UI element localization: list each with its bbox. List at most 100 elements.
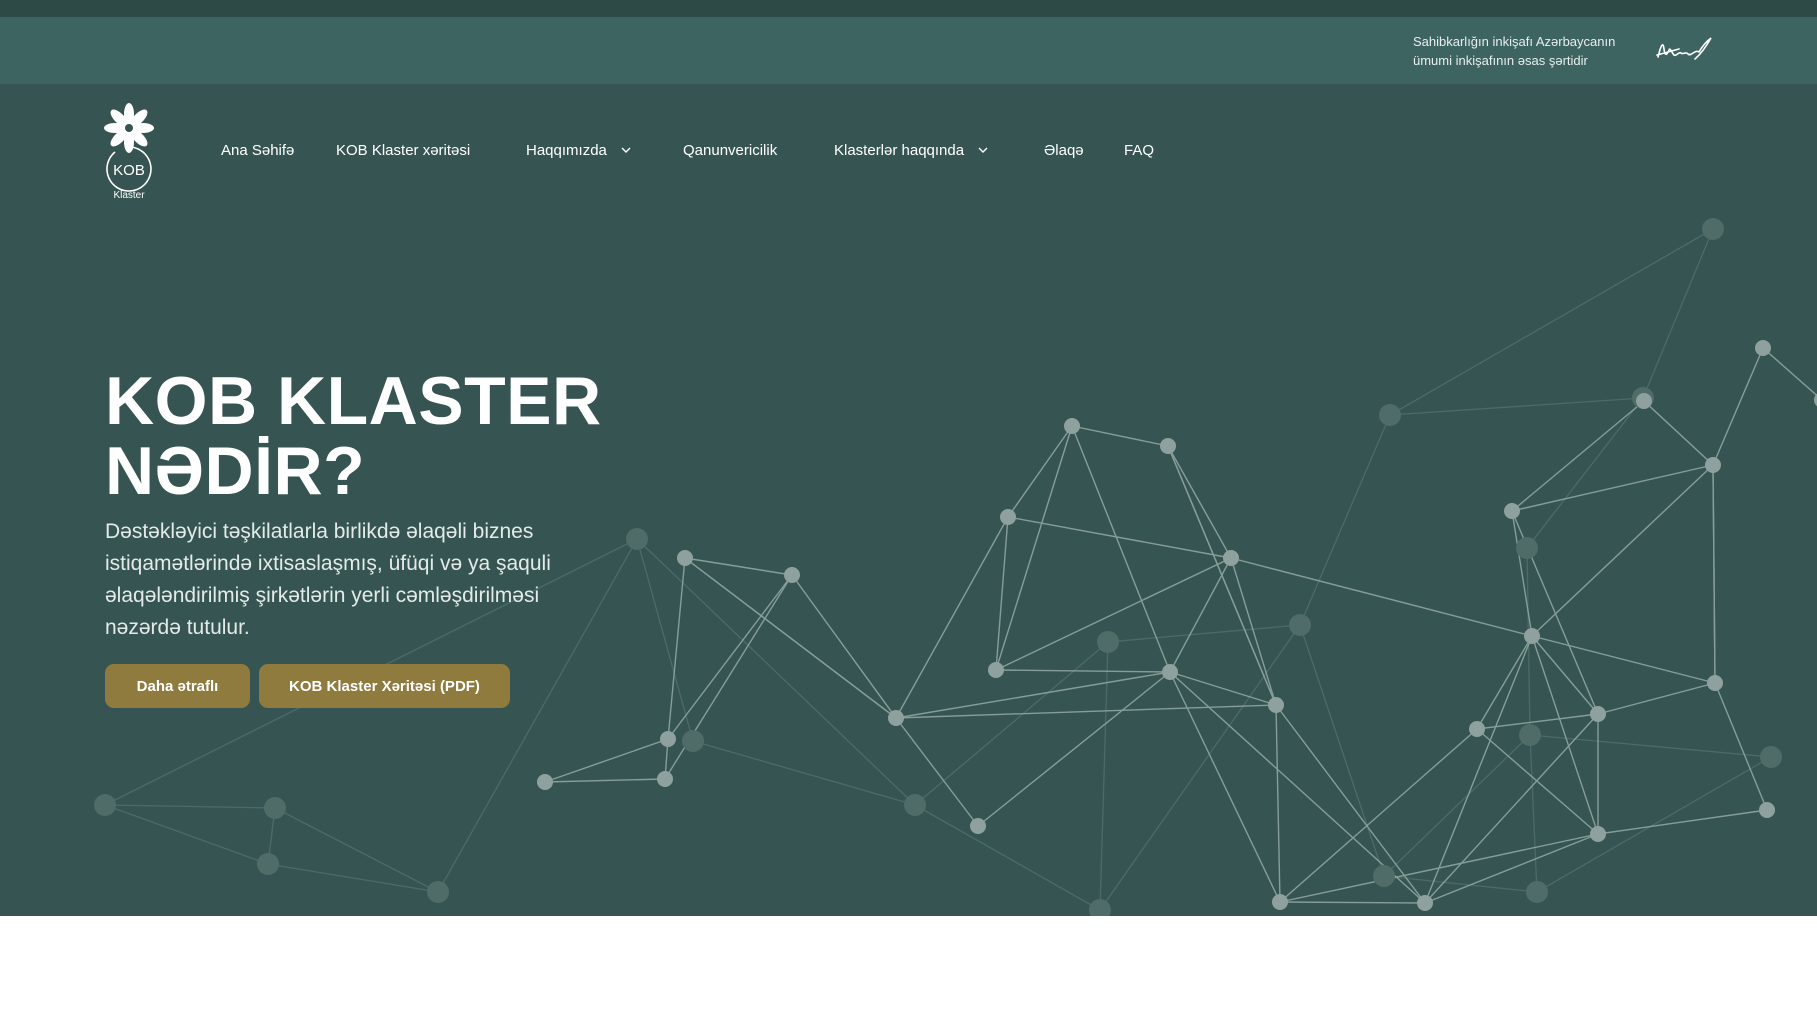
- network-edge: [104, 804, 276, 809]
- network-edge: [1424, 635, 1533, 904]
- nav-item-about[interactable]: Haqqımızda: [526, 140, 632, 162]
- network-node: [988, 662, 1004, 678]
- nav-item-label: FAQ: [1124, 142, 1155, 159]
- nav-item-legislation[interactable]: Qanunvericilik: [683, 140, 777, 162]
- network-edge: [1424, 713, 1599, 904]
- network-node: [970, 818, 986, 834]
- network-edge: [977, 671, 1171, 827]
- nav-item-home[interactable]: Ana Səhifə: [221, 140, 294, 162]
- network-edge: [544, 778, 666, 783]
- network-edge: [1531, 635, 1599, 715]
- network-node: [1519, 724, 1541, 746]
- nav-item-faq[interactable]: FAQ: [1124, 140, 1154, 162]
- page-title-line-2: NƏDİR?: [105, 433, 366, 509]
- network-node: [1590, 826, 1606, 842]
- more-info-button[interactable]: Daha ətraflı: [105, 664, 250, 708]
- network-edge: [1712, 347, 1764, 466]
- network-edge: [1511, 510, 1533, 637]
- network-edge: [914, 804, 1101, 911]
- network-edge: [995, 425, 1073, 671]
- network-edge: [1167, 445, 1277, 706]
- network-edge: [1531, 635, 1599, 835]
- network-edge: [1007, 516, 1232, 559]
- network-node: [682, 730, 704, 752]
- chevron-down-icon: [621, 147, 631, 153]
- network-edge: [1526, 397, 1644, 549]
- network-edge: [1476, 713, 1599, 730]
- network-node: [1000, 509, 1016, 525]
- network-edge: [1424, 833, 1599, 904]
- network-edge: [1230, 557, 1277, 706]
- top-strip: [0, 0, 1817, 17]
- network-node: [657, 771, 673, 787]
- cluster-map-pdf-button[interactable]: KOB Klaster Xəritəsi (PDF): [259, 664, 510, 708]
- page-title-line-1: KOB KLASTER: [105, 363, 602, 439]
- nav-item-label: Qanunvericilik: [683, 142, 778, 159]
- network-node: [1504, 503, 1520, 519]
- network-edge: [1167, 445, 1232, 559]
- network-edge: [1511, 464, 1714, 512]
- network-node: [1760, 746, 1782, 768]
- network-node: [1524, 628, 1540, 644]
- network-node: [888, 710, 904, 726]
- network-edge: [1597, 682, 1716, 715]
- nav-item-label: Haqqımızda: [526, 142, 607, 159]
- network-edge: [664, 574, 793, 780]
- network-node: [1759, 802, 1775, 818]
- network-node: [1755, 340, 1771, 356]
- network-node: [1702, 218, 1724, 240]
- network-node: [660, 731, 676, 747]
- network-edge: [274, 807, 439, 893]
- slogan: Sahibkarlığın inkişafı Azərbaycanın ümum…: [1413, 32, 1643, 70]
- nav-item-about-clusters[interactable]: Klasterlər haqqında: [834, 140, 989, 162]
- network-edge: [1007, 425, 1073, 518]
- network-node: [1516, 537, 1538, 559]
- network-edge: [267, 863, 439, 893]
- network-edge: [1389, 397, 1644, 416]
- page-title: KOB KLASTER NƏDİR?: [105, 366, 602, 506]
- network-node: [1590, 706, 1606, 722]
- network-edge: [1071, 425, 1169, 447]
- network-node: [626, 528, 648, 550]
- network-node: [537, 774, 553, 790]
- network-edge: [1389, 228, 1714, 416]
- network-node: [1417, 895, 1433, 911]
- network-node: [1162, 664, 1178, 680]
- nav-item-cluster-map[interactable]: KOB Klaster xəritəsi: [336, 140, 470, 162]
- nav-item-label: Ana Səhifə: [221, 142, 295, 159]
- network-edge: [1279, 833, 1599, 903]
- network-node: [427, 881, 449, 903]
- network-edge: [1071, 425, 1171, 673]
- network-edge: [791, 574, 897, 719]
- network-edge: [995, 557, 1232, 671]
- network-node: [257, 853, 279, 875]
- network-edge: [1275, 704, 1426, 904]
- network-node: [1526, 881, 1548, 903]
- nav-item-contact[interactable]: Əlaqə: [1044, 140, 1084, 162]
- network-edge: [1275, 704, 1281, 903]
- nav-item-label: Əlaqə: [1044, 142, 1084, 159]
- network-edge: [1531, 635, 1716, 684]
- network-node: [264, 797, 286, 819]
- network-node: [1289, 614, 1311, 636]
- network-edge: [1529, 734, 1538, 893]
- network-edge: [1279, 901, 1426, 904]
- network-edge: [1511, 400, 1645, 512]
- network-edge: [895, 516, 1009, 719]
- network-edge: [1299, 414, 1391, 626]
- network-node: [1089, 899, 1111, 916]
- network-node: [784, 567, 800, 583]
- network-edge: [1531, 464, 1714, 637]
- chevron-down-icon: [978, 147, 988, 153]
- network-edge: [1597, 809, 1768, 835]
- network-node: [1636, 393, 1652, 409]
- network-edge: [1099, 624, 1301, 911]
- network-node: [1469, 721, 1485, 737]
- network-edge: [1107, 624, 1301, 643]
- network-edge: [1230, 557, 1533, 637]
- network-node: [1272, 894, 1288, 910]
- network-node: [1373, 865, 1395, 887]
- network-node: [1268, 697, 1284, 713]
- network-node: [1223, 550, 1239, 566]
- network-edge: [995, 516, 1009, 671]
